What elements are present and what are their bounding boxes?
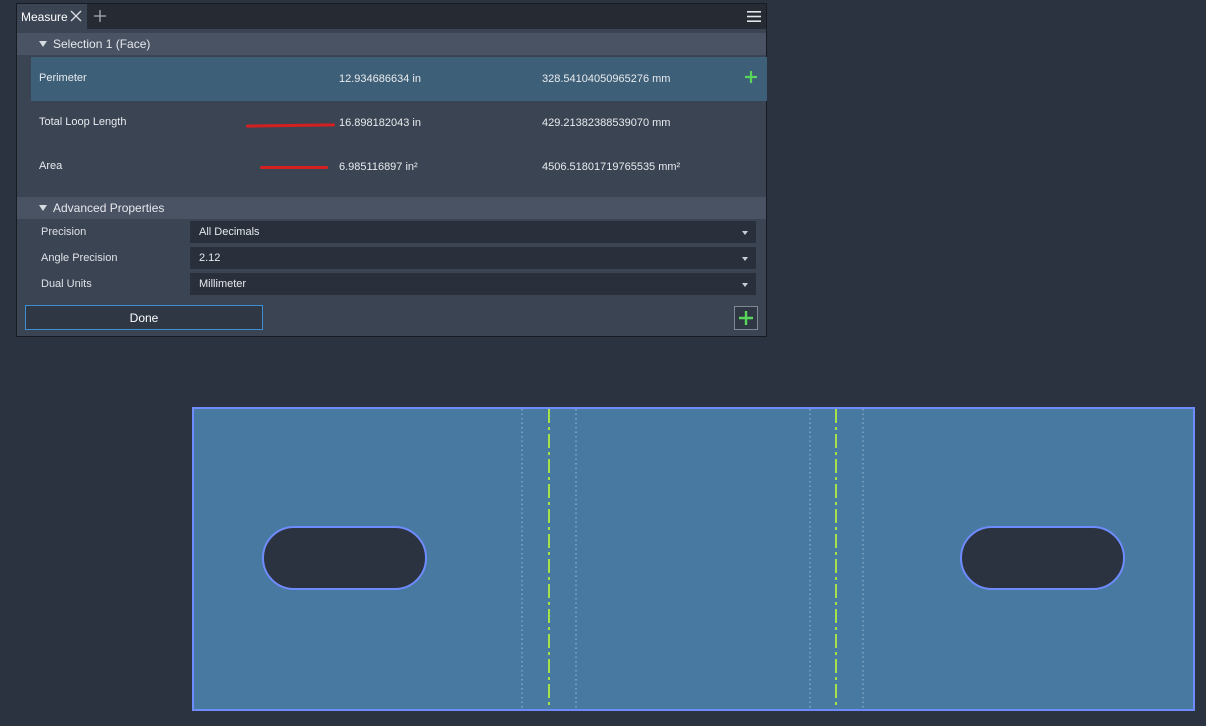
precision-value: All Decimals [199, 226, 260, 238]
precision-label: Precision [41, 226, 87, 238]
angle-precision-label: Angle Precision [41, 252, 118, 264]
hamburger-menu-icon[interactable] [747, 10, 761, 23]
selection-header-label: Selection 1 (Face) [53, 37, 151, 51]
plus-icon[interactable] [745, 71, 757, 83]
precision-row: Precision All Decimals [17, 220, 766, 244]
row-value-mm: 328.54104050965276 mm [542, 73, 671, 85]
table-row[interactable]: Area 6.985116897 in² 4506.51801719765535… [31, 145, 767, 189]
triangle-down-icon [39, 41, 47, 47]
row-value-mm: 429.21382388539070 mm [542, 117, 671, 129]
sheet-metal-face[interactable] [192, 407, 1195, 711]
tab-label: Measure [21, 9, 68, 24]
add-selection-button[interactable] [734, 306, 758, 330]
row-label: Total Loop Length [39, 116, 127, 128]
dual-units-select[interactable]: Millimeter [190, 273, 756, 295]
measure-panel: Measure Selection 1 (Face) Perimeter 12.… [16, 3, 767, 337]
advanced-header-label: Advanced Properties [53, 201, 165, 215]
add-tab-icon[interactable] [94, 10, 106, 22]
row-value-in: 6.985116897 in² [339, 161, 418, 173]
dual-units-value: Millimeter [199, 278, 247, 290]
tab-bar: Measure [17, 4, 766, 29]
angle-precision-value: 2.12 [199, 252, 221, 264]
slot-right [960, 526, 1125, 590]
angle-precision-row: Angle Precision 2.12 [17, 246, 766, 270]
angle-precision-select[interactable]: 2.12 [190, 247, 756, 269]
precision-select[interactable]: All Decimals [190, 221, 756, 243]
plus-icon [739, 311, 753, 325]
close-icon[interactable] [70, 10, 82, 22]
dual-units-label: Dual Units [41, 278, 92, 290]
table-row[interactable]: Total Loop Length 16.898182043 in 429.21… [31, 101, 767, 145]
chevron-down-icon [742, 231, 748, 235]
red-annotation-mark [260, 166, 328, 169]
row-label: Perimeter [39, 72, 87, 84]
advanced-header[interactable]: Advanced Properties [17, 197, 766, 219]
row-value-mm: 4506.51801719765535 mm² [542, 161, 681, 173]
row-value-in: 12.934686634 in [339, 73, 421, 85]
triangle-down-icon [39, 205, 47, 211]
chevron-down-icon [742, 257, 748, 261]
dual-units-row: Dual Units Millimeter [17, 272, 766, 296]
selection-header[interactable]: Selection 1 (Face) [17, 33, 766, 55]
table-row[interactable]: Perimeter 12.934686634 in 328.5410405096… [31, 57, 767, 101]
tab-measure[interactable]: Measure [17, 4, 87, 29]
chevron-down-icon [742, 283, 748, 287]
row-label: Area [39, 160, 63, 172]
row-value-in: 16.898182043 in [339, 117, 421, 129]
done-button[interactable]: Done [25, 305, 263, 330]
slot-left [262, 526, 427, 590]
